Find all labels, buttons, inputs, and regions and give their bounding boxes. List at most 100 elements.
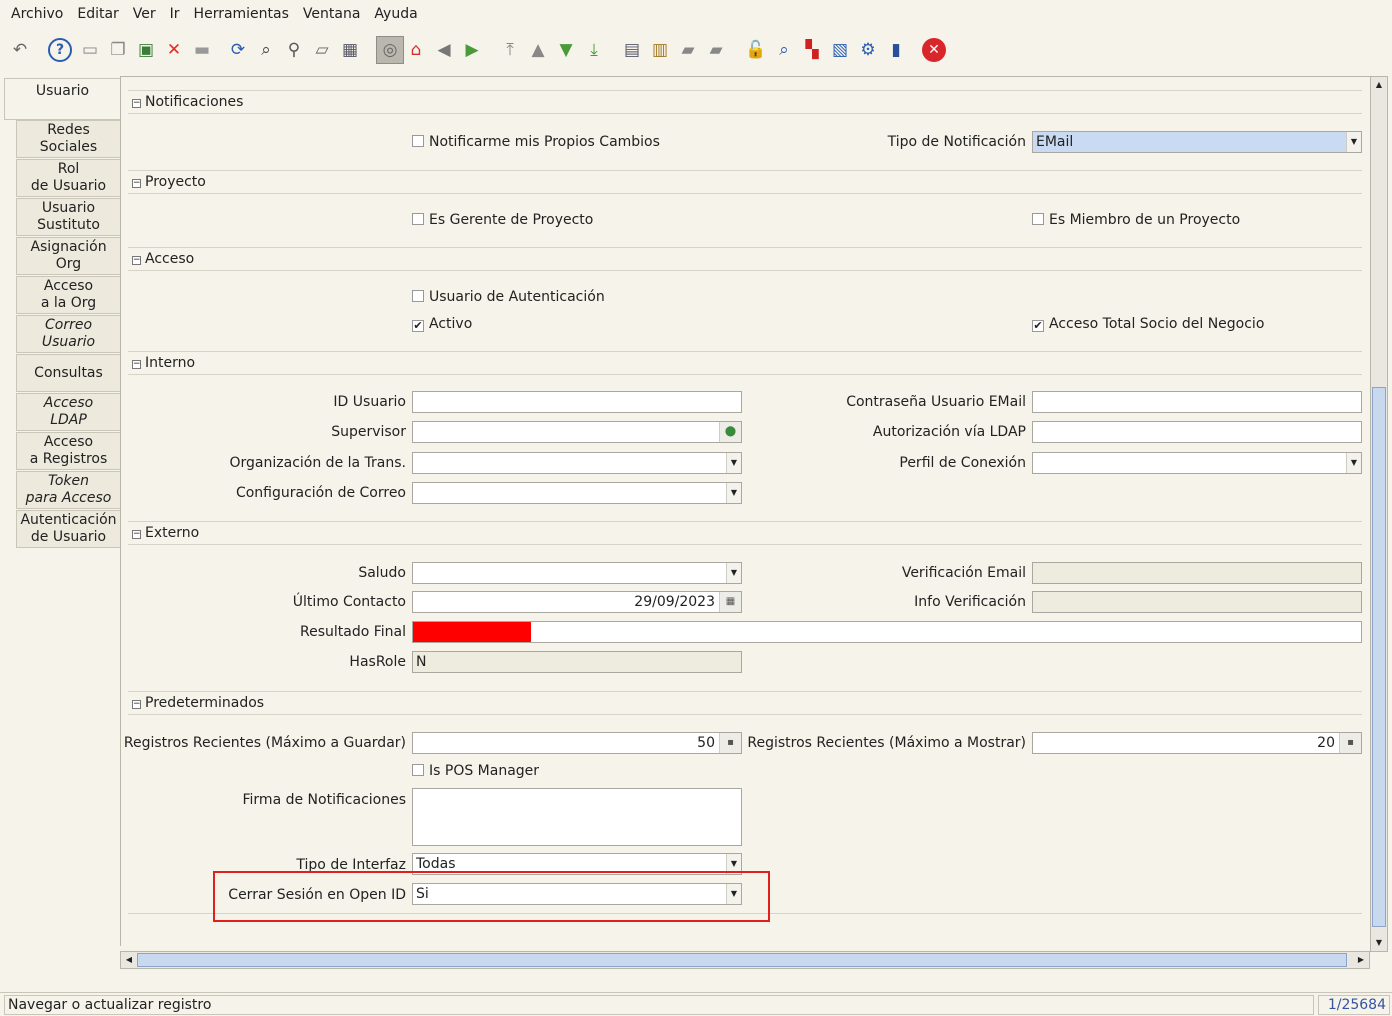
pos-manager-checkbox[interactable]: Is POS Manager xyxy=(412,763,539,779)
history-icon[interactable]: ◎ xyxy=(376,36,404,64)
menu-item[interactable]: Ayuda xyxy=(374,6,417,22)
save-disabled-icon[interactable]: ▬ xyxy=(190,38,214,62)
calendar-icon[interactable]: ▦ xyxy=(719,592,741,612)
checkbox-box[interactable] xyxy=(412,213,424,225)
tab-11[interactable]: Autenticación de Usuario xyxy=(16,510,120,548)
last-record-icon[interactable]: ⤓ xyxy=(582,38,606,62)
menu-item[interactable]: Ver xyxy=(133,6,156,22)
ultimo-contacto-date[interactable]: 29/09/2023 ▦ xyxy=(412,591,742,613)
tab-1[interactable]: Redes Sociales xyxy=(16,120,120,158)
tab-7[interactable]: Consultas xyxy=(16,354,120,392)
tab-8[interactable]: Acceso LDAP xyxy=(16,393,120,431)
parent-record-icon[interactable]: ◀ xyxy=(432,38,456,62)
checkbox-box[interactable]: ✔ xyxy=(412,320,424,332)
next-record-icon[interactable]: ▼ xyxy=(554,38,578,62)
usuario-autenticacion-checkbox[interactable]: Usuario de Autenticación xyxy=(412,289,605,305)
lock-icon[interactable]: 🔓 xyxy=(744,38,768,62)
tipo-notificacion-select[interactable]: EMail ▼ xyxy=(1032,131,1362,153)
acceso-total-checkbox[interactable]: ✔ Acceso Total Socio del Negocio xyxy=(1032,316,1264,332)
menu-item[interactable]: Ventana xyxy=(303,6,361,22)
archive-icon[interactable]: ▥ xyxy=(648,38,672,62)
chevron-down-icon[interactable]: ▼ xyxy=(1346,132,1361,152)
workflow-icon[interactable]: ⚙ xyxy=(856,38,880,62)
section-notificaciones[interactable]: − Notificaciones xyxy=(128,90,1362,114)
tab-0[interactable]: Usuario xyxy=(4,78,120,120)
checkbox-box[interactable] xyxy=(1032,213,1044,225)
menu-item[interactable]: Archivo xyxy=(11,6,63,22)
home-icon[interactable]: ⌂ xyxy=(404,38,428,62)
print-preview-icon[interactable]: ▰ xyxy=(676,38,700,62)
tab-10[interactable]: Token para Acceso xyxy=(16,471,120,509)
report-icon[interactable]: ▤ xyxy=(620,38,644,62)
horizontal-scroll-thumb[interactable] xyxy=(137,953,1347,967)
previous-record-icon[interactable]: ▲ xyxy=(526,38,550,62)
tab-6[interactable]: Correo Usuario xyxy=(16,315,120,353)
delete-icon[interactable]: ✕ xyxy=(162,38,186,62)
es-gerente-checkbox[interactable]: Es Gerente de Proyecto xyxy=(412,212,593,228)
checkbox-box[interactable] xyxy=(412,290,424,302)
perfil-conexion-select[interactable]: ▼ xyxy=(1032,452,1362,474)
chevron-down-icon[interactable]: ▼ xyxy=(726,563,741,583)
section-interno[interactable]: − Interno xyxy=(128,351,1362,375)
scroll-up-icon[interactable]: ▲ xyxy=(1372,78,1386,92)
undo-icon[interactable]: ↶ xyxy=(8,38,32,62)
reg-mostrar-input[interactable]: 20 ▪ xyxy=(1032,732,1362,754)
section-externo[interactable]: − Externo xyxy=(128,521,1362,545)
print-icon[interactable]: ▰ xyxy=(704,38,728,62)
grid-toggle-icon[interactable]: ▦ xyxy=(338,38,362,62)
chat-icon[interactable]: ▱ xyxy=(310,38,334,62)
tab-3[interactable]: Usuario Sustituto xyxy=(16,198,120,236)
menu-item[interactable]: Ir xyxy=(170,6,180,22)
checkbox-box[interactable]: ✔ xyxy=(1032,320,1044,332)
supervisor-search[interactable]: ⬤ xyxy=(412,421,742,443)
scroll-right-icon[interactable]: ▶ xyxy=(1355,953,1367,967)
tab-9[interactable]: Acceso a Registros xyxy=(16,432,120,470)
tab-5[interactable]: Acceso a la Org xyxy=(16,276,120,314)
calculator-icon[interactable]: ▪ xyxy=(1339,733,1361,753)
autorizacion-ldap-input[interactable] xyxy=(1032,421,1362,443)
es-miembro-checkbox[interactable]: Es Miembro de un Proyecto xyxy=(1032,212,1240,228)
chevron-down-icon[interactable]: ▼ xyxy=(726,453,741,473)
product-info-icon[interactable]: ▧ xyxy=(828,38,852,62)
attachment-icon[interactable]: ⚲ xyxy=(282,38,306,62)
menu-item[interactable]: Herramientas xyxy=(194,6,289,22)
vertical-scroll-thumb[interactable] xyxy=(1372,387,1386,927)
resultado-final-input[interactable] xyxy=(412,621,1362,643)
org-trans-select[interactable]: ▼ xyxy=(412,452,742,474)
config-correo-select[interactable]: ▼ xyxy=(412,482,742,504)
calculator-icon[interactable]: ▪ xyxy=(719,733,741,753)
reg-guardar-input[interactable]: 50 ▪ xyxy=(412,732,742,754)
section-predeterminados[interactable]: − Predeterminados xyxy=(128,691,1362,715)
refresh-icon[interactable]: ⟳ xyxy=(226,38,250,62)
tab-4[interactable]: Asignación Org xyxy=(16,237,120,275)
new-record-icon[interactable]: ▭ xyxy=(78,38,102,62)
section-proyecto[interactable]: − Proyecto xyxy=(128,170,1362,194)
scroll-left-icon[interactable]: ◀ xyxy=(123,953,135,967)
request-icon[interactable]: ▚ xyxy=(800,38,824,62)
contrasena-input[interactable] xyxy=(1032,391,1362,413)
horizontal-scrollbar[interactable]: ◀ ▶ xyxy=(120,951,1370,969)
checkbox-box[interactable] xyxy=(412,764,424,776)
section-acceso[interactable]: − Acceso xyxy=(128,247,1362,271)
chevron-down-icon[interactable]: ▼ xyxy=(1346,453,1361,473)
detail-record-icon[interactable]: ▶ xyxy=(460,38,484,62)
saludo-select[interactable]: ▼ xyxy=(412,562,742,584)
first-record-icon[interactable]: ⤒ xyxy=(498,38,522,62)
find-icon[interactable]: ⌕ xyxy=(254,38,278,62)
checkbox-box[interactable] xyxy=(412,135,424,147)
exit-icon[interactable]: ✕ xyxy=(922,38,946,62)
customize-icon[interactable]: ▮ xyxy=(884,38,908,62)
lookup-icon[interactable]: ⬤ xyxy=(719,422,741,442)
tab-2[interactable]: Rol de Usuario xyxy=(16,159,120,197)
copy-record-icon[interactable]: ❐ xyxy=(106,38,130,62)
vertical-scrollbar[interactable]: ▲ ▼ xyxy=(1370,76,1388,952)
record-counter[interactable]: 1/25684 xyxy=(1318,995,1390,1015)
firma-textarea[interactable] xyxy=(412,788,742,846)
activo-checkbox[interactable]: ✔ Activo xyxy=(412,316,472,332)
id-usuario-input[interactable] xyxy=(412,391,742,413)
menu-item[interactable]: Editar xyxy=(77,6,118,22)
chevron-down-icon[interactable]: ▼ xyxy=(726,483,741,503)
zoom-across-icon[interactable]: ⌕ xyxy=(772,38,796,62)
help-icon[interactable]: ? xyxy=(48,38,72,62)
scroll-down-icon[interactable]: ▼ xyxy=(1372,936,1386,950)
